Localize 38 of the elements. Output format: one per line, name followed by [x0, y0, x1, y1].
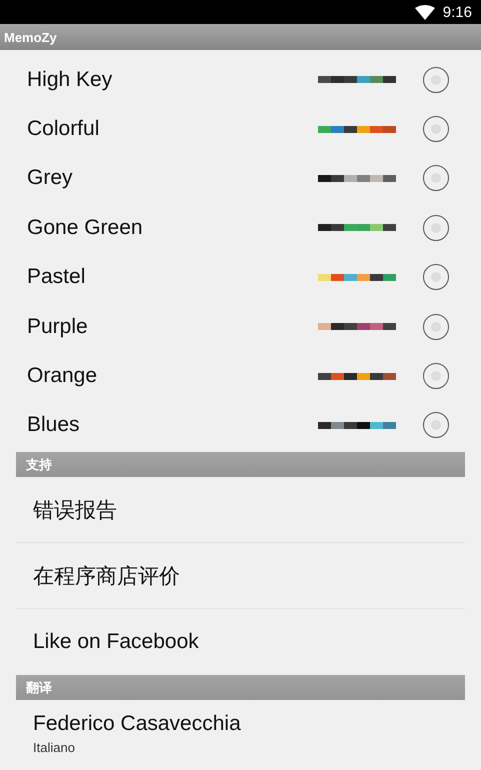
- preference-item[interactable]: 在程序商店评价: [16, 543, 465, 610]
- item-title: 在程序商店评价: [33, 564, 181, 590]
- clock: 9:16: [442, 4, 472, 20]
- theme-option[interactable]: Colorful: [0, 104, 481, 154]
- radio-button[interactable]: [423, 165, 449, 192]
- theme-option[interactable]: Gone Green: [0, 203, 481, 253]
- theme-option[interactable]: Purple: [0, 302, 481, 352]
- theme-name: Pastel: [27, 265, 86, 290]
- preference-item[interactable]: 错误报告: [16, 477, 465, 544]
- item-title: Federico Casavecchia: [33, 712, 242, 736]
- theme-name: Orange: [27, 364, 98, 388]
- theme-option[interactable]: High Key: [0, 55, 481, 104]
- theme-option[interactable]: Blues: [0, 400, 481, 450]
- radio-button[interactable]: [423, 116, 449, 142]
- wifi-icon: [414, 4, 435, 20]
- theme-option[interactable]: Grey: [0, 154, 481, 204]
- radio-button[interactable]: [423, 264, 449, 290]
- theme-name: High Key: [27, 68, 114, 92]
- radio-button[interactable]: [423, 314, 449, 340]
- theme-name: Gone Green: [27, 216, 144, 240]
- radio-button[interactable]: [423, 363, 449, 390]
- item-title: Like on Facebook: [33, 630, 200, 654]
- radio-button[interactable]: [423, 66, 449, 93]
- section-header: 支持: [16, 452, 465, 478]
- item-subtitle: Italiano: [33, 740, 76, 756]
- theme-name: Blues: [27, 413, 81, 438]
- item-title: 错误报告: [33, 498, 118, 524]
- preference-item[interactable]: Like on Facebook: [16, 609, 465, 676]
- section-header: 翻译: [16, 675, 465, 700]
- theme-option[interactable]: Pastel: [0, 252, 481, 302]
- theme-name: Purple: [27, 314, 89, 339]
- radio-button[interactable]: [423, 214, 449, 241]
- app-title: MemoZy: [0, 24, 481, 50]
- radio-button[interactable]: [423, 412, 449, 438]
- theme-name: Colorful: [27, 117, 100, 142]
- theme-option[interactable]: Orange: [0, 351, 481, 401]
- theme-name: Grey: [27, 166, 74, 190]
- preference-item[interactable]: Federico Casavecchia Italiano: [16, 700, 465, 766]
